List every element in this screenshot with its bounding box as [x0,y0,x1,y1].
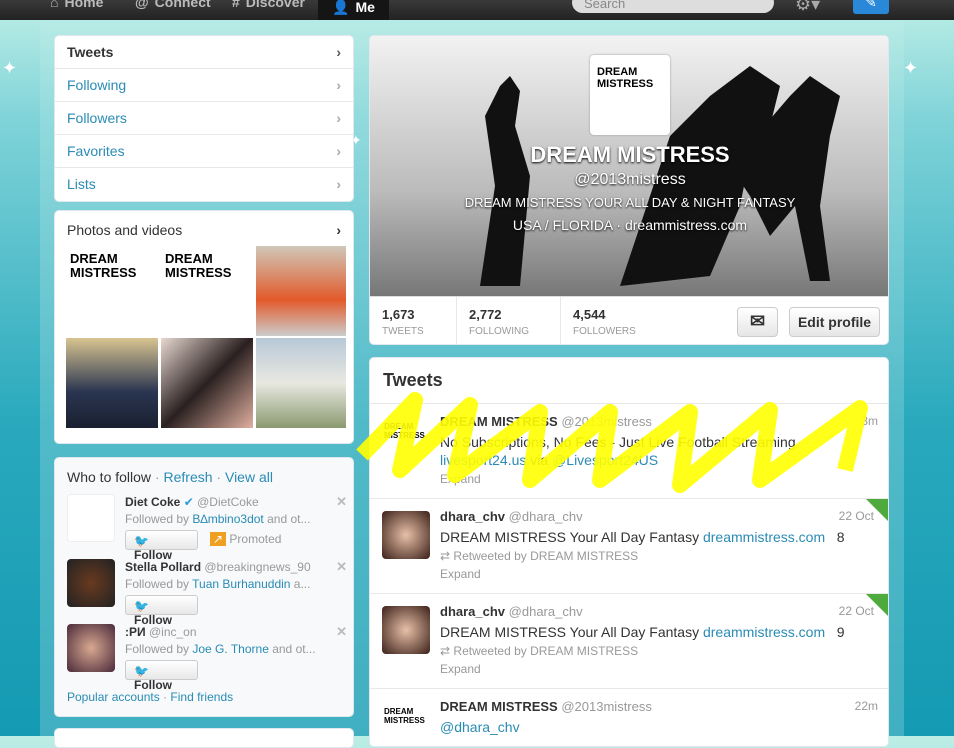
avatar[interactable] [67,624,115,672]
profile-banner: DREAM MISTRESS DREAM MISTRESS @2013mistr… [370,36,888,296]
avatar[interactable] [67,494,115,542]
home-icon: ⌂ [50,0,59,10]
chevron-right-icon: › [336,44,341,60]
photo-thumbnail[interactable] [66,338,158,428]
dismiss-icon[interactable]: ✕ [336,559,347,575]
profile-location-url: USA / FLORIDA · dreammistress.com [512,217,748,233]
profile-avatar[interactable]: DREAM MISTRESS [590,55,670,135]
profile-name: DREAM MISTRESS [530,142,730,167]
suggestion-name[interactable]: Stella Pollard [125,560,201,574]
photo-thumbnail[interactable] [161,338,253,428]
bird-icon: 🐦 [134,534,149,548]
suggestion-name[interactable]: Diet Coke [125,495,180,509]
view-all-link[interactable]: View all [225,469,273,485]
photo-thumbnail[interactable] [256,338,346,428]
avatar[interactable]: DREAM MISTRESS [382,701,430,746]
follow-button[interactable]: 🐦 Follow [125,660,198,692]
nav-discover[interactable]: # Discover [232,0,305,10]
nav-me[interactable]: 👤 Me [318,0,389,20]
chevron-right-icon: › [336,110,341,126]
chevron-right-icon: › [336,176,341,192]
expand-link[interactable]: Expand [440,662,481,676]
profile-nav: Tweets › Following › Followers › Favorites ›… [54,35,354,202]
nav-connect[interactable]: @ Connect [135,0,211,10]
tweet-item[interactable]: dhara_chv @dhara_chv 22 Oct DREAM MISTRE… [370,593,888,688]
retweet-icon: ⇄ [440,549,451,563]
message-button[interactable]: ✉ [737,307,778,337]
avatar[interactable]: DREAM MISTRESS [382,416,430,464]
find-friends-link[interactable]: Find friends [170,690,233,704]
dismiss-icon[interactable]: ✕ [336,624,347,640]
suggestion-name[interactable]: :PИ [125,625,146,639]
top-navigation-bar: ⌂ Home @ Connect # Discover 👤 Me Search ⚙▾ ✎ [0,0,954,20]
edit-profile-button[interactable]: Edit profile [789,307,880,337]
sidebar-item-followers[interactable]: Followers › [55,102,353,135]
suggestion-item: Diet Coke ✔ @DietCoke Followed by B∆mbin… [67,494,347,562]
hash-icon: # [232,0,240,10]
avatar[interactable] [382,511,430,559]
profile-url-link[interactable]: dreammistress.com [625,217,747,233]
person-icon: 👤 [332,0,350,15]
sparkle-icon: ✦ [903,58,919,78]
chevron-right-icon: › [336,143,341,159]
sidebar-item-lists[interactable]: Lists › [55,168,353,201]
tweets-timeline: Tweets DREAM MISTRESS DREAM MISTRESS @20… [369,357,889,747]
retweet-corner-icon [866,594,888,618]
photo-thumbnail[interactable]: DREAM MISTRESS [161,246,253,336]
retweet-corner-icon [866,499,888,523]
tweet-item[interactable]: dhara_chv @dhara_chv 22 Oct DREAM MISTRE… [370,498,888,593]
gear-icon[interactable]: ⚙▾ [795,0,820,15]
popular-accounts-link[interactable]: Popular accounts [67,690,160,704]
envelope-icon: ✉ [749,311,766,331]
who-to-follow: Who to follow · Refresh · View all Diet … [54,457,354,717]
follow-button[interactable]: 🐦 Follow [125,530,198,562]
photos-and-videos: Photos and videos › DREAM MISTRESS DREAM … [54,210,354,444]
expand-link[interactable]: Expand [440,472,481,486]
bird-icon: 🐦 [134,599,149,613]
stat-following[interactable]: 2,772 FOLLOWING [457,297,561,344]
tweets-heading: Tweets [383,370,443,390]
sidebar-card [54,728,354,748]
retweet-icon: ⇄ [440,644,451,658]
profile-header-card: DREAM MISTRESS DREAM MISTRESS @2013mistr… [369,35,889,345]
sidebar-item-favorites[interactable]: Favorites › [55,135,353,168]
chevron-right-icon: › [336,77,341,93]
bird-icon: 🐦 [134,664,149,678]
profile-handle: @2013mistress [574,171,686,188]
compose-tweet-button[interactable]: ✎ [853,0,889,14]
photos-header[interactable]: Photos and videos › [55,211,353,249]
verified-icon: ✔ [183,495,194,509]
nav-home[interactable]: ⌂ Home [50,0,103,10]
at-icon: @ [135,0,149,10]
stat-followers[interactable]: 4,544 FOLLOWERS [561,297,681,344]
dismiss-icon[interactable]: ✕ [336,494,347,510]
sparkle-icon: ✦ [2,58,18,78]
avatar[interactable] [382,606,430,654]
search-input[interactable]: Search [572,0,774,13]
promoted-icon: ↗ [210,532,227,546]
expand-link[interactable]: Expand [440,567,481,581]
photo-thumbnail[interactable] [256,246,346,336]
suggestion-item: :PИ @inc_on Followed by Joe G. Thorne an… [67,624,347,692]
suggestion-item: Stella Pollard @breakingnews_90 Followed… [67,559,347,627]
avatar[interactable] [67,559,115,607]
profile-bio: DREAM MISTRESS YOUR ALL DAY & NIGHT FANT… [464,195,796,210]
tweet-item[interactable]: DREAM MISTRESS DREAM MISTRESS @2013mistr… [370,688,888,746]
follow-button[interactable]: 🐦 Follow [125,595,198,627]
chevron-right-icon: › [336,222,341,238]
tweet-item[interactable]: DREAM MISTRESS DREAM MISTRESS @2013mistr… [370,403,888,498]
sidebar-item-tweets[interactable]: Tweets › [55,36,353,69]
refresh-link[interactable]: Refresh [164,469,213,485]
stat-tweets[interactable]: 1,673 TWEETS [370,297,457,344]
sidebar-item-following[interactable]: Following › [55,69,353,102]
photo-thumbnail[interactable]: DREAM MISTRESS [66,246,158,336]
